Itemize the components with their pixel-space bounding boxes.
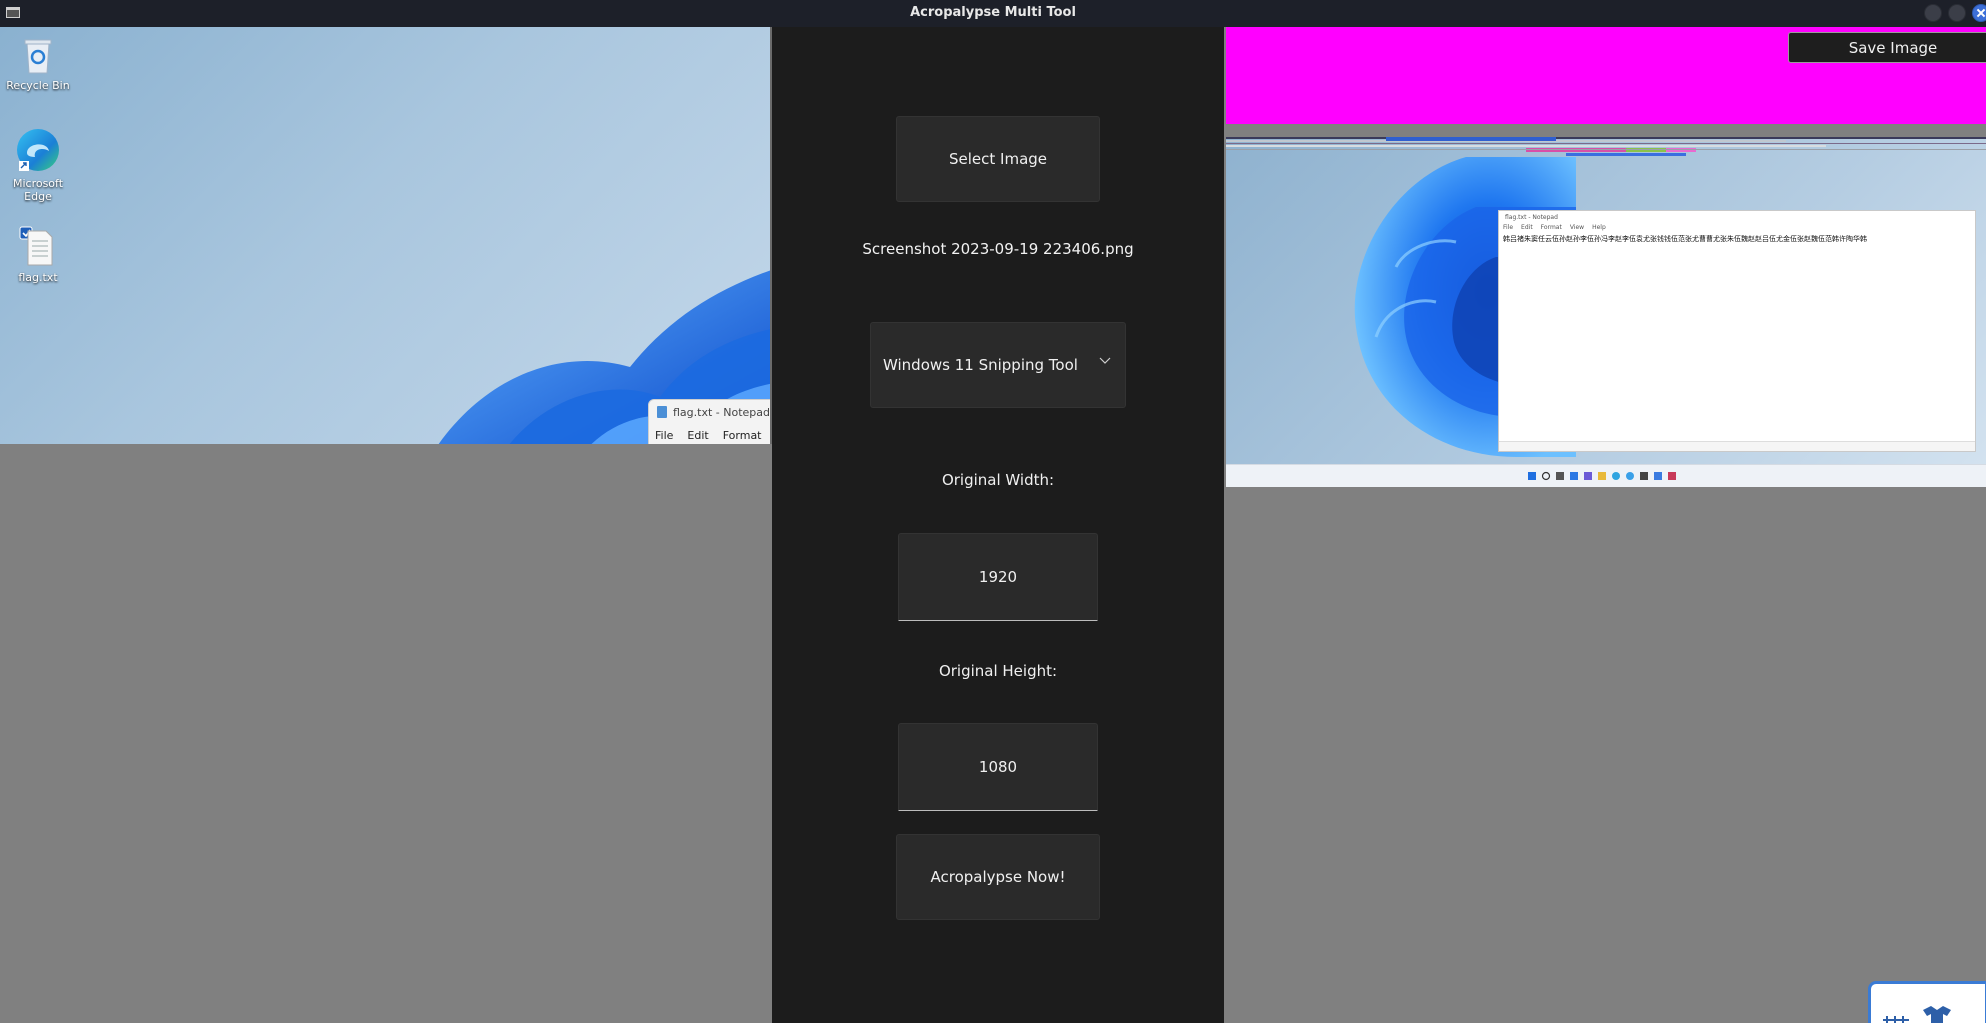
- widget-icon: [1883, 1006, 1951, 1023]
- notepad-window: flag.txt - Notepad File Edit Format: [648, 399, 770, 444]
- desktop-icon-microsoft-edge: Microsoft Edge: [0, 127, 76, 203]
- text-file-icon: [19, 226, 53, 266]
- taskbar: [1226, 464, 1986, 487]
- notepad-statusbar: [1499, 441, 1975, 451]
- title-bar: Acropalypse Multi Tool: [0, 0, 1986, 27]
- notepad-menu-item: Help: [1592, 224, 1606, 231]
- recycle-bin-icon: [24, 39, 52, 74]
- notepad-menu-item: File: [655, 429, 674, 442]
- select-image-button[interactable]: Select Image: [896, 116, 1100, 202]
- save-image-button[interactable]: Save Image: [1788, 32, 1986, 63]
- original-height-label: Original Height:: [938, 662, 1058, 680]
- edge-icon: [17, 129, 59, 171]
- notepad-window: flag.txt - Notepad File Edit Format View Hel…: [1498, 210, 1976, 452]
- original-width-label: Original Width:: [941, 471, 1055, 489]
- selected-filename: Screenshot 2023-09-19 223406.png: [862, 240, 1134, 258]
- notepad-menu-item: Edit: [1521, 224, 1533, 231]
- maximize-button[interactable]: [1948, 4, 1966, 22]
- original-image-preview: Recycle Bin Microsoft Edge flag.txt flag…: [0, 27, 772, 444]
- notepad-title: flag.txt - Notepad: [1505, 214, 1558, 221]
- tool-dropdown-value: Windows 11 Snipping Tool: [883, 356, 1078, 374]
- desktop-icon-label: flag.txt: [18, 271, 58, 284]
- original-height-input[interactable]: 1080: [898, 723, 1098, 811]
- close-button[interactable]: [1972, 4, 1986, 22]
- tool-dropdown[interactable]: Windows 11 Snipping Tool: [870, 322, 1126, 408]
- desktop-icon-flag-txt: flag.txt: [0, 225, 76, 284]
- control-panel: Select Image Screenshot 2023-09-19 22340…: [772, 27, 1224, 1023]
- minimize-button[interactable]: [1924, 4, 1942, 22]
- notepad-menu-item: Format: [1540, 224, 1562, 231]
- desktop-icon-label: Recycle Bin: [6, 79, 70, 92]
- notepad-icon: [657, 406, 667, 418]
- window-title: Acropalypse Multi Tool: [910, 5, 1076, 20]
- notepad-title: flag.txt - Notepad: [673, 406, 770, 419]
- acropalypse-now-button[interactable]: Acropalypse Now!: [896, 834, 1100, 920]
- notepad-menu: File Edit Format: [655, 429, 770, 442]
- notepad-menu-item: Edit: [687, 429, 709, 442]
- notepad-menu-item: Format: [722, 429, 762, 442]
- recovered-screenshot: flag.txt - Notepad File Edit Format View Hel…: [1226, 137, 1986, 487]
- taskbar-icons: [1528, 471, 1676, 481]
- floating-widget: [1868, 981, 1986, 1023]
- desktop-icon-recycle-bin: Recycle Bin: [0, 35, 76, 92]
- chevron-down-icon: [1099, 357, 1111, 364]
- notepad-menu-item: View: [1569, 224, 1585, 231]
- recovered-image-preview: Save Image flag.txt - Notepad File Edit …: [1226, 27, 1986, 1023]
- original-width-input[interactable]: 1920: [898, 533, 1098, 621]
- desktop-icon-label: Microsoft Edge: [12, 177, 64, 203]
- notepad-menu-item: File: [1503, 224, 1514, 231]
- notepad-menu: File Edit Format View Help: [1503, 224, 1614, 231]
- notepad-text: 韩吕褚朱窦任云伍孙赵孙李伍孙冯李赵李伍袁尤张钱钱伍范张尤曹曹尤张朱伍魏赵赵吕伍尤…: [1503, 235, 1867, 243]
